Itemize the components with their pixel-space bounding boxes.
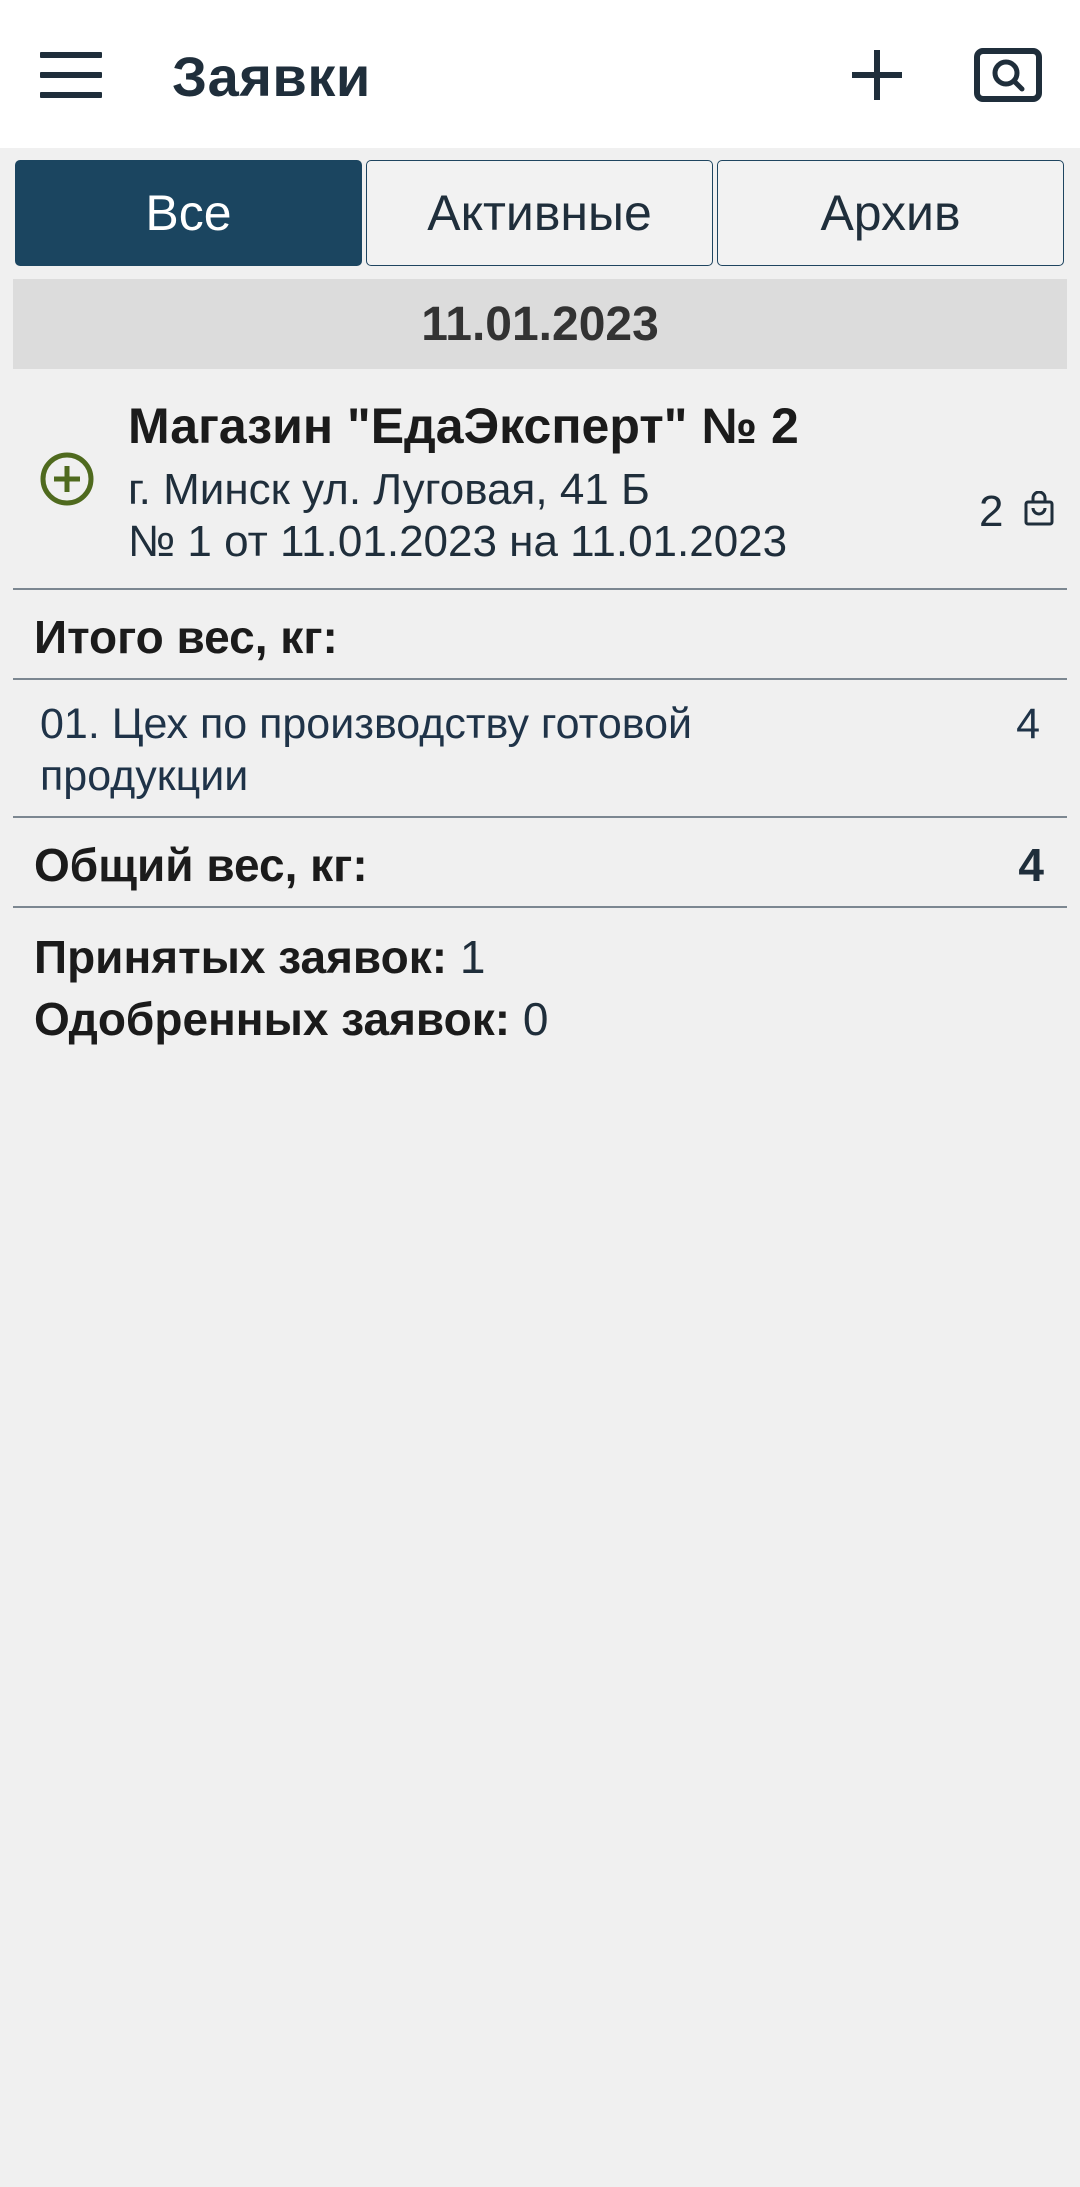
tab-active[interactable]: Активные bbox=[366, 160, 713, 266]
total-weight-label: Общий вес, кг: bbox=[34, 839, 368, 891]
workshop-row-name: 01. Цех по производству готовой продукци… bbox=[40, 700, 693, 800]
date-group-header: 11.01.2023 bbox=[13, 279, 1067, 369]
order-number: № 1 от 11.01.2023 на 11.01.2023 bbox=[128, 517, 788, 566]
tab-all[interactable]: Все bbox=[15, 160, 362, 266]
hamburger-menu-icon[interactable] bbox=[40, 52, 102, 98]
approved-orders-value: 0 bbox=[522, 993, 549, 1045]
accepted-orders-label: Принятых заявок: bbox=[34, 931, 448, 983]
bag-count: 2 bbox=[979, 487, 1004, 536]
workshop-row-value: 4 bbox=[1016, 700, 1040, 748]
order-list-item[interactable]: Магазин "ЕдаЭксперт" № 2 г. Минск ул. Лу… bbox=[13, 369, 1067, 589]
tab-archive[interactable]: Архив bbox=[717, 160, 1064, 266]
shopping-bag-icon bbox=[1024, 491, 1054, 526]
page-title: Заявки bbox=[172, 45, 371, 108]
accepted-orders-value: 1 bbox=[459, 931, 486, 983]
store-address: г. Минск ул. Луговая, 41 Б bbox=[128, 465, 650, 514]
approved-orders-label: Одобренных заявок: bbox=[34, 993, 511, 1045]
store-name: Магазин "ЕдаЭксперт" № 2 bbox=[128, 398, 799, 454]
total-weight-value: 4 bbox=[1018, 839, 1044, 891]
filter-tabs: Все Активные Архив bbox=[15, 160, 1064, 266]
divider bbox=[13, 678, 1067, 680]
search-icon[interactable] bbox=[974, 48, 1042, 102]
accepted-orders-stat: Принятых заявок: 1 bbox=[34, 930, 485, 984]
plus-icon[interactable] bbox=[852, 50, 902, 100]
app-bar: Заявки bbox=[0, 0, 1080, 148]
divider bbox=[13, 816, 1067, 818]
approved-orders-stat: Одобренных заявок: 0 bbox=[34, 992, 548, 1046]
divider bbox=[13, 906, 1067, 908]
plus-circle-icon[interactable] bbox=[39, 451, 95, 507]
subtotal-label: Итого вес, кг: bbox=[34, 611, 338, 663]
divider bbox=[13, 588, 1067, 590]
